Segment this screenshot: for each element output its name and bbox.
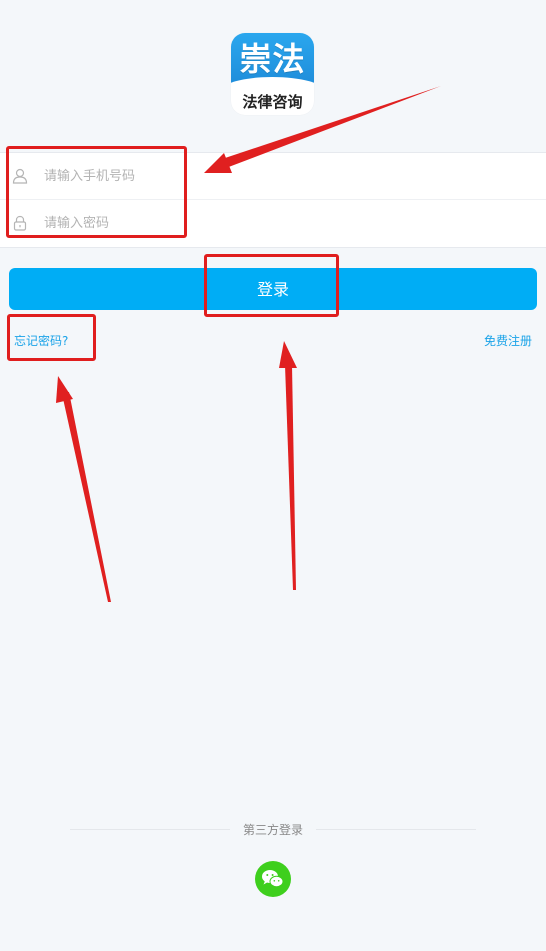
third-party-label: 第三方登录 [242,823,303,837]
login-form [0,152,546,248]
register-link[interactable]: 免费注册 [484,332,532,349]
user-icon [12,168,28,184]
annotation-arrows [56,86,441,602]
forgot-password-link[interactable]: 忘记密码? [14,332,68,349]
password-input[interactable] [44,212,524,234]
phone-row [0,153,546,200]
app-logo: 崇法 法律咨询 [231,33,314,115]
password-row [0,200,546,246]
login-button[interactable]: 登录 [9,268,537,310]
logo-title: 崇法 [239,40,306,78]
wechat-login-button[interactable] [255,861,291,897]
arrow-to-login [285,365,296,590]
lock-icon [13,215,27,231]
logo-subtitle: 法律咨询 [242,93,303,111]
wechat-icon [262,870,284,888]
arrow-to-forgot [62,392,111,602]
phone-input[interactable] [44,165,524,187]
